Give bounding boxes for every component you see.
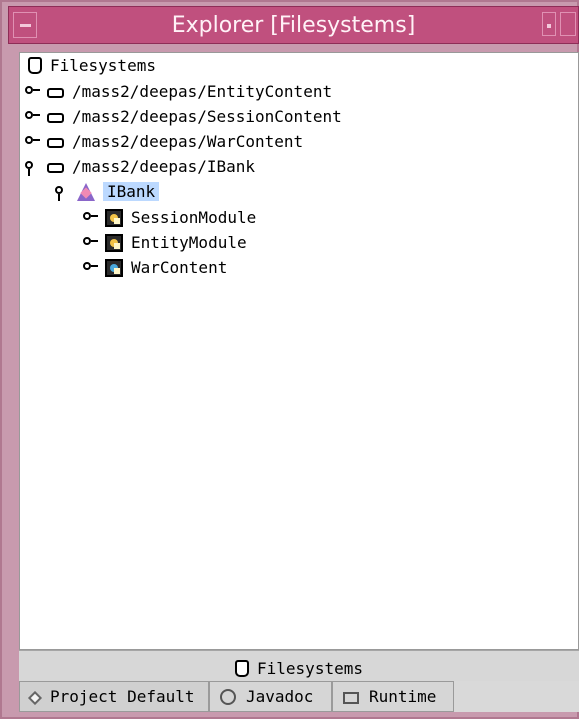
ejb-module-icon bbox=[105, 233, 123, 252]
drive-icon bbox=[47, 163, 64, 173]
window-menu-button[interactable] bbox=[13, 12, 37, 38]
tree-item[interactable]: /mass2/deepas/IBank bbox=[25, 155, 255, 178]
filesystems-tree: Filesystems /mass2/deepas/EntityContent … bbox=[19, 52, 579, 650]
window-title: Explorer [Filesystems] bbox=[171, 13, 416, 38]
tree-root[interactable]: Filesystems bbox=[22, 54, 156, 77]
expand-icon[interactable] bbox=[25, 134, 41, 150]
runtime-icon bbox=[343, 691, 359, 704]
drive-icon bbox=[47, 138, 64, 148]
filesystems-icon bbox=[28, 57, 42, 74]
explorer-window: Explorer [Filesystems] Filesystems /mass… bbox=[0, 0, 579, 719]
expand-icon[interactable] bbox=[83, 235, 99, 251]
minimize-button[interactable] bbox=[542, 12, 556, 36]
tree-item-ibank[interactable]: IBank bbox=[55, 180, 160, 203]
project-icon bbox=[27, 690, 43, 705]
tree-root-label: Filesystems bbox=[50, 56, 156, 75]
tree-item-label: /mass2/deepas/WarContent bbox=[72, 132, 304, 151]
web-module-icon bbox=[105, 258, 123, 277]
tree-child-label: SessionModule bbox=[131, 208, 257, 227]
drive-icon bbox=[47, 113, 64, 123]
collapse-icon[interactable] bbox=[55, 184, 71, 201]
tree-item[interactable]: /mass2/deepas/EntityContent bbox=[25, 80, 332, 103]
bottom-panel-label: Filesystems bbox=[257, 658, 363, 678]
tree-item-label: /mass2/deepas/EntityContent bbox=[72, 82, 333, 101]
maximize-button[interactable] bbox=[560, 12, 576, 36]
javadoc-icon bbox=[220, 688, 236, 705]
tree-child-label: EntityModule bbox=[131, 233, 247, 252]
tree-child[interactable]: SessionModule bbox=[83, 206, 256, 229]
tab-runtime[interactable]: Runtime bbox=[332, 681, 454, 712]
tree-child[interactable]: EntityModule bbox=[83, 231, 247, 254]
filesystems-icon bbox=[235, 659, 250, 677]
tab-label: Javadoc bbox=[246, 687, 314, 706]
tab-project-default[interactable]: Project Default bbox=[19, 681, 209, 712]
tab-label: Project Default bbox=[50, 687, 195, 706]
tab-javadoc[interactable]: Javadoc bbox=[209, 681, 332, 712]
application-icon bbox=[77, 182, 95, 201]
expand-icon[interactable] bbox=[25, 109, 41, 125]
tree-item-label: /mass2/deepas/IBank bbox=[72, 157, 256, 176]
drive-icon bbox=[47, 88, 64, 98]
tree-child[interactable]: WarContent bbox=[83, 256, 227, 279]
tree-item[interactable]: /mass2/deepas/SessionContent bbox=[25, 105, 342, 128]
tab-bar: Project Default Javadoc Runtime bbox=[19, 681, 579, 712]
tree-item[interactable]: /mass2/deepas/WarContent bbox=[25, 130, 303, 153]
tree-child-label: WarContent bbox=[131, 258, 228, 277]
tree-item-label: /mass2/deepas/SessionContent bbox=[72, 107, 342, 126]
title-bar: Explorer [Filesystems] bbox=[8, 6, 579, 44]
tab-label: Runtime bbox=[369, 687, 437, 706]
expand-icon[interactable] bbox=[83, 210, 99, 226]
collapse-icon[interactable] bbox=[25, 159, 41, 176]
expand-icon[interactable] bbox=[83, 260, 99, 276]
tree-item-label: IBank bbox=[103, 182, 160, 201]
ejb-module-icon bbox=[105, 208, 123, 227]
expand-icon[interactable] bbox=[25, 84, 41, 100]
bottom-panel: Filesystems bbox=[19, 650, 579, 685]
